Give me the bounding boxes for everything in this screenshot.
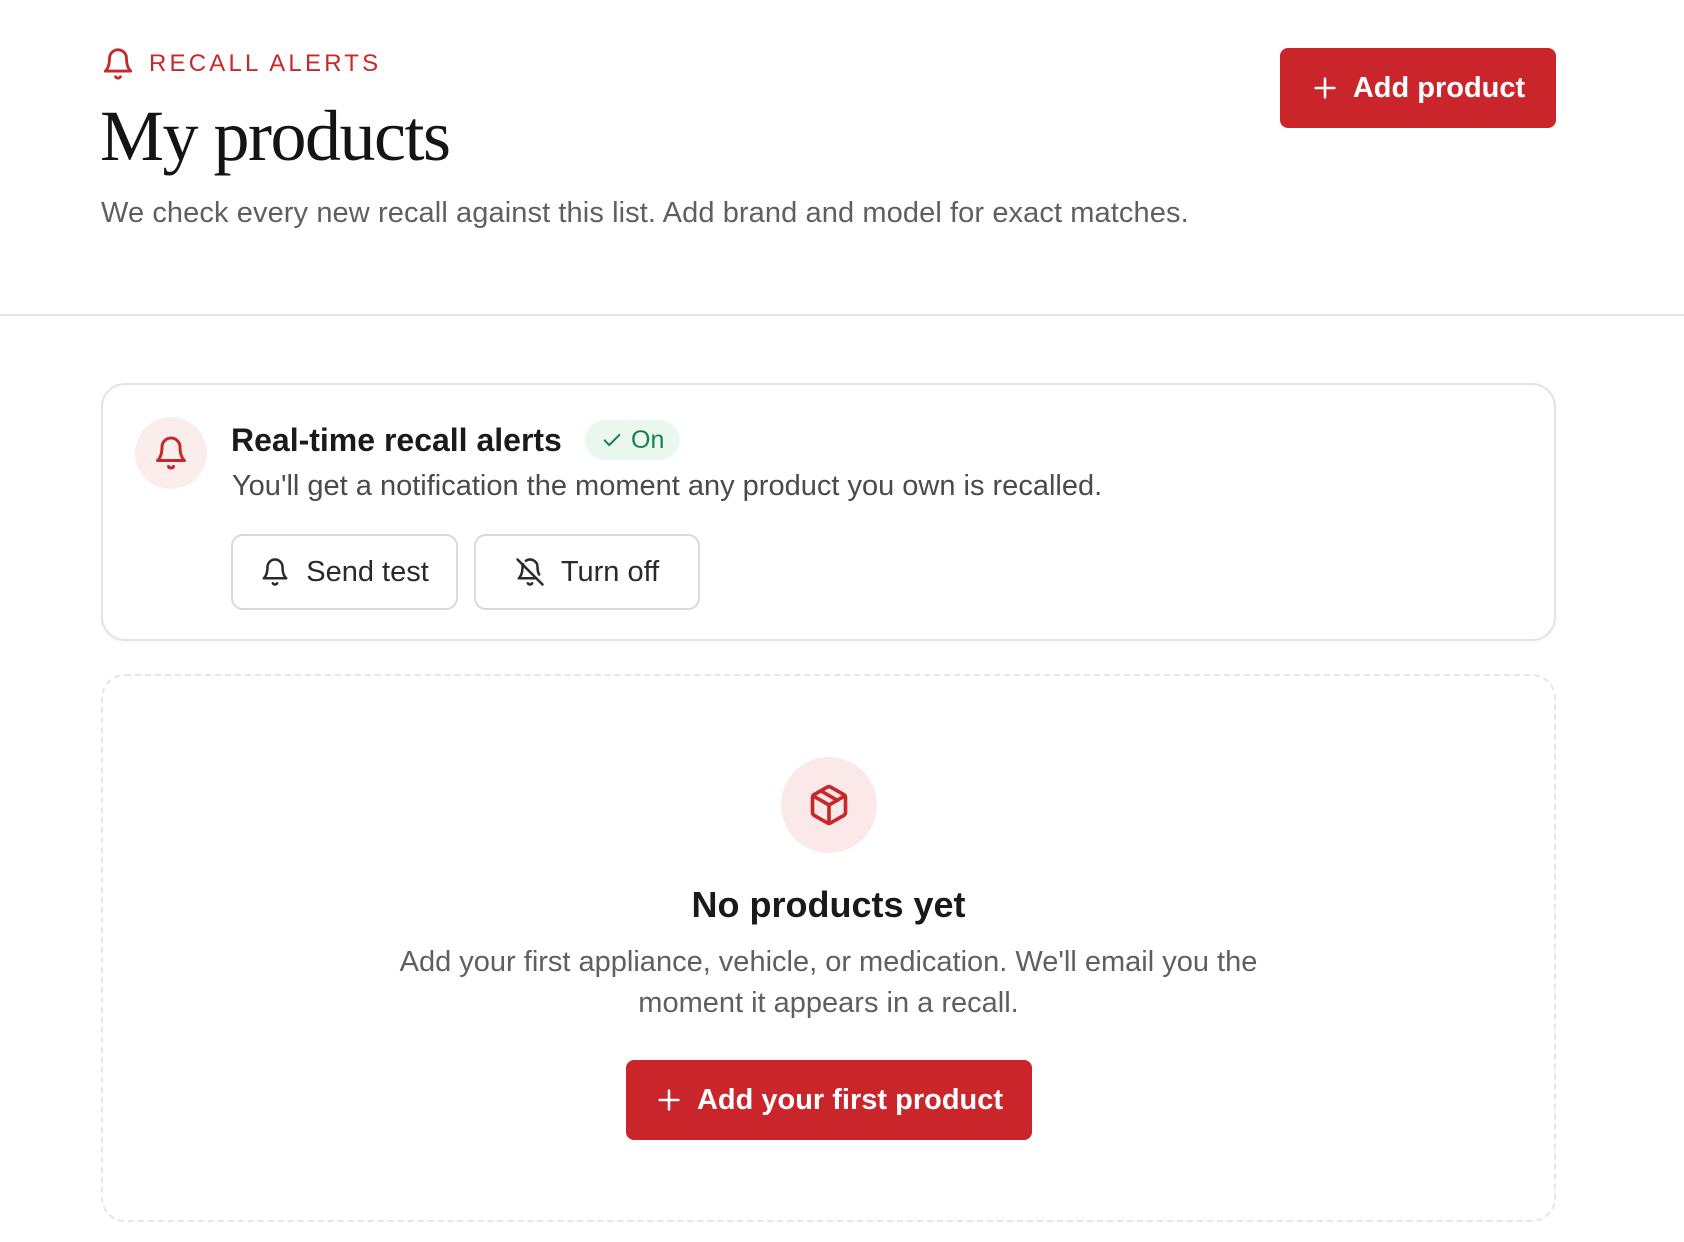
- bell-icon: [103, 48, 133, 80]
- alert-card-description: You'll get a notification the moment any…: [232, 470, 1103, 502]
- turn-off-label: Turn off: [560, 555, 660, 588]
- package-icon: [810, 784, 848, 826]
- bell-icon: [156, 436, 186, 470]
- empty-state: No products yet Add your first appliance…: [101, 674, 1556, 1222]
- plus-icon: [1314, 77, 1336, 99]
- bell-off-icon: [516, 558, 544, 586]
- empty-state-description-line: Add your first appliance, vehicle, or me…: [399, 946, 1258, 978]
- page-title: My products: [100, 96, 451, 176]
- add-product-label: Add product: [1352, 71, 1526, 104]
- status-label: On: [631, 425, 665, 454]
- bell-icon: [262, 558, 288, 586]
- empty-state-description: Add your first appliance, vehicle, or me…: [103, 942, 1554, 1024]
- add-first-product-label: Add your first product: [696, 1083, 1004, 1116]
- empty-state-title: No products yet: [691, 884, 966, 925]
- eyebrow: RECALL ALERTS: [101, 46, 381, 82]
- check-icon: [603, 433, 621, 447]
- add-first-product-button[interactable]: Add your first product: [626, 1060, 1032, 1140]
- plus-icon: [658, 1089, 680, 1111]
- add-product-button[interactable]: Add product: [1280, 48, 1556, 128]
- alert-icon-badge: [135, 417, 207, 489]
- empty-state-description-line: moment it appears in a recall.: [638, 987, 1019, 1019]
- eyebrow-label: RECALL ALERTS: [149, 50, 382, 77]
- send-test-button[interactable]: Send test: [231, 534, 458, 610]
- page-subtitle: We check every new recall against this l…: [101, 197, 1189, 229]
- status-badge: On: [585, 420, 681, 460]
- send-test-label: Send test: [306, 555, 429, 588]
- empty-icon-badge: [781, 757, 877, 853]
- turn-off-button[interactable]: Turn off: [474, 534, 700, 610]
- page-header: RECALL ALERTS My products We check every…: [0, 0, 1684, 316]
- recall-alerts-card: Real-time recall alerts On You'll get a …: [101, 383, 1556, 641]
- alert-card-title: Real-time recall alerts: [231, 422, 562, 458]
